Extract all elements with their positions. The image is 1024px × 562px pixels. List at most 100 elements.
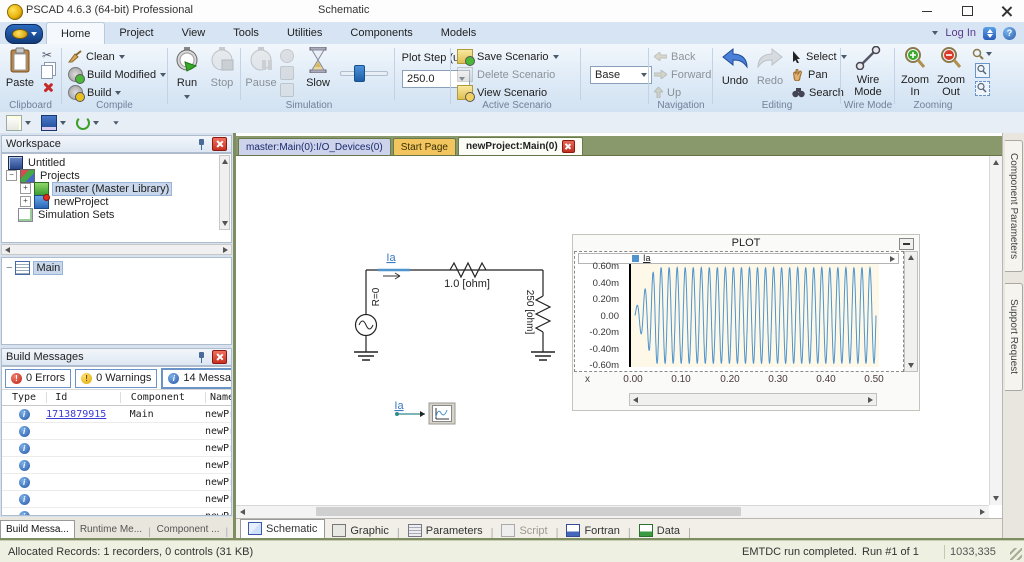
- series-resistor-label[interactable]: 1.0 [ohm]: [444, 278, 490, 290]
- minimize-button[interactable]: [910, 0, 944, 22]
- pan-button[interactable]: Pan: [792, 66, 828, 83]
- panel-tab-build-messages[interactable]: Build Messa...: [0, 520, 75, 538]
- select-button[interactable]: Select: [792, 48, 847, 65]
- load-resistor-label[interactable]: 250 [ohm]: [524, 290, 535, 335]
- scenario-combo[interactable]: Base: [590, 66, 652, 84]
- tab-utilities[interactable]: Utilities: [273, 22, 336, 44]
- expand-expander[interactable]: +: [20, 196, 31, 207]
- load-resistor[interactable]: [536, 296, 550, 332]
- delete-button[interactable]: [42, 82, 53, 93]
- up-button[interactable]: Up: [654, 84, 681, 101]
- current-label[interactable]: Ia: [386, 252, 396, 264]
- login-caret-icon[interactable]: [932, 31, 938, 35]
- editor-tab-script[interactable]: Script: [494, 522, 554, 539]
- source-impedance-label[interactable]: R=0: [371, 287, 382, 306]
- legend-scroll-icon[interactable]: [890, 256, 895, 262]
- plot-area[interactable]: [629, 264, 879, 367]
- message-row[interactable]: 1713879915 Main newPr: [2, 406, 231, 423]
- message-row[interactable]: newPr: [2, 423, 231, 440]
- close-icon[interactable]: [212, 350, 227, 364]
- column-header-component[interactable]: Component: [120, 392, 205, 403]
- pause-button[interactable]: Pause: [244, 47, 278, 89]
- plot-legend[interactable]: Ia: [578, 253, 899, 264]
- delete-scenario-button[interactable]: Delete Scenario: [457, 66, 555, 83]
- canvas-horizontal-scrollbar[interactable]: [236, 505, 989, 518]
- chevron-down-icon[interactable]: [25, 121, 31, 125]
- close-button[interactable]: [990, 0, 1024, 22]
- plot-horizontal-scrollbar[interactable]: [629, 393, 877, 406]
- forward-button[interactable]: Forward: [654, 66, 711, 83]
- panel-tab-components[interactable]: Component ...: [152, 521, 225, 538]
- tab-close-icon[interactable]: [562, 140, 575, 153]
- zoom-level-button[interactable]: [972, 48, 992, 60]
- editor-tab-schematic[interactable]: Schematic: [240, 519, 325, 539]
- slider-thumb[interactable]: [354, 65, 365, 82]
- tree-item-simulation-sets[interactable]: Simulation Sets: [2, 208, 231, 221]
- save-button[interactable]: [41, 115, 57, 131]
- zoom-in-button[interactable]: Zoom In: [898, 46, 932, 98]
- legend-label[interactable]: Ia: [643, 253, 651, 263]
- column-header-type[interactable]: Type: [2, 392, 46, 403]
- ribbon-collapse-icon[interactable]: [983, 27, 996, 40]
- messages-filter-button[interactable]: 14 Messages: [161, 368, 232, 389]
- plot-vertical-scrollbar[interactable]: [904, 251, 918, 372]
- side-tab-component-parameters[interactable]: Component Parameters: [1005, 140, 1023, 272]
- maximize-button[interactable]: [950, 0, 984, 22]
- zoom-rectangle-button[interactable]: [975, 81, 990, 96]
- tree-item-main[interactable]: − Main: [2, 261, 231, 274]
- scrollbar-thumb[interactable]: [316, 507, 741, 516]
- tree-item-untitled[interactable]: Untitled: [2, 156, 231, 169]
- collapse-expander[interactable]: −: [6, 170, 17, 181]
- side-tab-support-request[interactable]: Support Request: [1005, 283, 1023, 391]
- app-menu-button[interactable]: [5, 24, 43, 44]
- editor-tab-parameters[interactable]: Parameters: [401, 522, 490, 539]
- tab-project[interactable]: Project: [105, 22, 167, 44]
- close-icon[interactable]: [212, 137, 227, 151]
- login-button[interactable]: Log In: [945, 27, 976, 39]
- pin-icon[interactable]: [196, 139, 207, 150]
- editor-tab-graphic[interactable]: Graphic: [325, 522, 396, 539]
- plot-window[interactable]: PLOT Ia 0.60m 0.40m 0.20m 0.00 -0.20m -0…: [572, 234, 920, 411]
- tree-item-master[interactable]: + master (Master Library): [2, 182, 231, 195]
- tab-view[interactable]: View: [168, 22, 220, 44]
- column-header-name[interactable]: Name: [205, 392, 231, 403]
- tree-item-projects[interactable]: − Projects: [2, 169, 231, 182]
- skip-button[interactable]: [280, 66, 294, 80]
- collapse-expander[interactable]: −: [6, 262, 12, 274]
- save-scenario-button[interactable]: Save Scenario: [457, 48, 559, 65]
- copy-button[interactable]: [41, 65, 53, 79]
- plot-minimize-button[interactable]: [899, 238, 914, 250]
- pin-icon[interactable]: [196, 352, 207, 363]
- wire-mode-button[interactable]: Wire Mode: [849, 46, 887, 98]
- message-id-link[interactable]: 1713879915: [46, 409, 119, 420]
- doc-tab-newproject-main[interactable]: newProject:Main(0): [458, 137, 583, 155]
- view-scenario-button[interactable]: View Scenario: [457, 84, 547, 101]
- expand-expander[interactable]: +: [20, 183, 31, 194]
- tab-components[interactable]: Components: [336, 22, 426, 44]
- tab-models[interactable]: Models: [427, 22, 490, 44]
- panel-tab-runtime-messages[interactable]: Runtime Me...: [75, 521, 147, 538]
- refresh-button[interactable]: [76, 116, 90, 130]
- message-row[interactable]: newPr: [2, 457, 231, 474]
- tab-tools[interactable]: Tools: [219, 22, 273, 44]
- search-button[interactable]: Search: [792, 84, 844, 101]
- clean-button[interactable]: Clean: [68, 48, 125, 65]
- tab-home[interactable]: Home: [46, 22, 105, 45]
- chevron-down-icon[interactable]: [60, 121, 66, 125]
- undo-button[interactable]: Undo: [718, 47, 752, 87]
- workspace-vertical-scrollbar[interactable]: [219, 155, 230, 230]
- run-button[interactable]: Run: [170, 47, 204, 102]
- message-row[interactable]: newPr: [2, 474, 231, 491]
- paste-button[interactable]: Paste: [2, 47, 38, 89]
- build-modified-button[interactable]: Build Modified: [68, 66, 166, 83]
- editor-tab-fortran[interactable]: Fortran: [559, 522, 626, 539]
- help-icon[interactable]: ?: [1003, 27, 1016, 40]
- column-header-id[interactable]: Id: [46, 392, 120, 403]
- schematic-canvas[interactable]: Ia 1.0 [ohm] R=0 250 [ohm] Ia: [236, 156, 989, 505]
- zoom-extents-button[interactable]: [975, 63, 990, 78]
- message-row[interactable]: newPr: [2, 491, 231, 508]
- message-row[interactable]: newPr: [2, 508, 231, 516]
- slow-button[interactable]: Slow: [300, 47, 336, 89]
- cut-button[interactable]: ✂: [42, 48, 52, 62]
- toolbar-overflow-button[interactable]: [113, 121, 118, 125]
